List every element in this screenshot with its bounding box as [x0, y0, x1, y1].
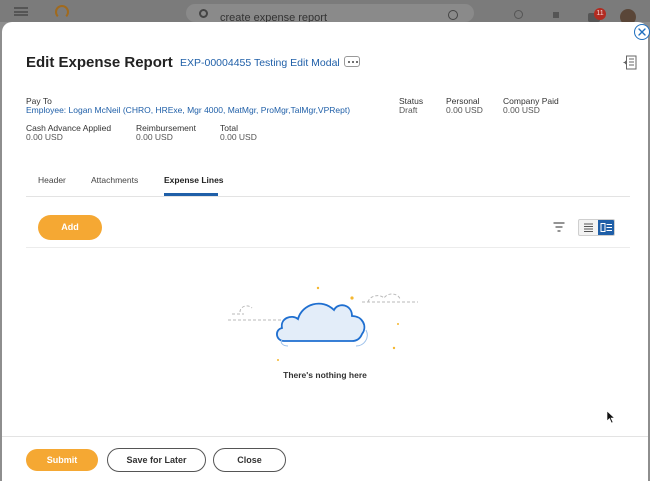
- report-id-link[interactable]: EXP-00004455 Testing Edit Modal: [180, 57, 340, 69]
- notifications-icon: [553, 12, 559, 22]
- filter-icon[interactable]: [553, 222, 565, 232]
- search-icon: [199, 9, 208, 18]
- more-actions-button[interactable]: [344, 56, 360, 67]
- add-button[interactable]: Add: [38, 215, 102, 240]
- more-dot-icon: [356, 61, 358, 63]
- cash-advance-value: 0.00 USD: [26, 132, 63, 142]
- empty-cloud-icon: [228, 286, 418, 361]
- toolbar-divider: [26, 247, 630, 248]
- logo-icon: [55, 5, 69, 19]
- empty-state-message: There's nothing here: [283, 370, 367, 380]
- menu-icon: [14, 7, 28, 16]
- edit-expense-modal: Edit Expense Report EXP-00004455 Testing…: [2, 22, 648, 481]
- more-dot-icon: [352, 61, 354, 63]
- inbox-badge: 11: [594, 8, 606, 20]
- close-icon: [638, 28, 646, 36]
- tab-bar: Header Attachments Expense Lines: [26, 172, 630, 197]
- modal-close-button[interactable]: [634, 24, 650, 40]
- active-tab-indicator: [164, 193, 218, 196]
- related-actions-icon[interactable]: [623, 55, 637, 70]
- tab-expense-lines[interactable]: Expense Lines: [164, 175, 224, 185]
- total-value: 0.00 USD: [220, 132, 257, 142]
- close-button[interactable]: Close: [213, 448, 286, 472]
- company-paid-value: 0.00 USD: [503, 105, 540, 115]
- detail-view-icon[interactable]: [598, 220, 615, 235]
- more-dot-icon: [348, 61, 350, 63]
- assistant-icon: [514, 10, 523, 19]
- save-for-later-button[interactable]: Save for Later: [107, 448, 206, 472]
- list-view-icon[interactable]: [579, 220, 598, 235]
- footer-divider: [2, 436, 648, 437]
- clear-search-icon: [448, 10, 458, 20]
- status-value: Draft: [399, 105, 418, 115]
- view-toggle[interactable]: [578, 219, 615, 236]
- pay-to-value[interactable]: Employee: Logan McNeil (CHRO, HRExe, Mgr…: [26, 105, 350, 115]
- personal-value: 0.00 USD: [446, 105, 483, 115]
- modal-title: Edit Expense Report: [26, 54, 173, 71]
- background-topbar: create expense report 11: [0, 0, 650, 25]
- tab-attachments[interactable]: Attachments: [91, 175, 138, 185]
- submit-button[interactable]: Submit: [26, 449, 98, 471]
- mouse-cursor-icon: [606, 410, 616, 424]
- reimbursement-value: 0.00 USD: [136, 132, 173, 142]
- tab-header[interactable]: Header: [38, 175, 66, 185]
